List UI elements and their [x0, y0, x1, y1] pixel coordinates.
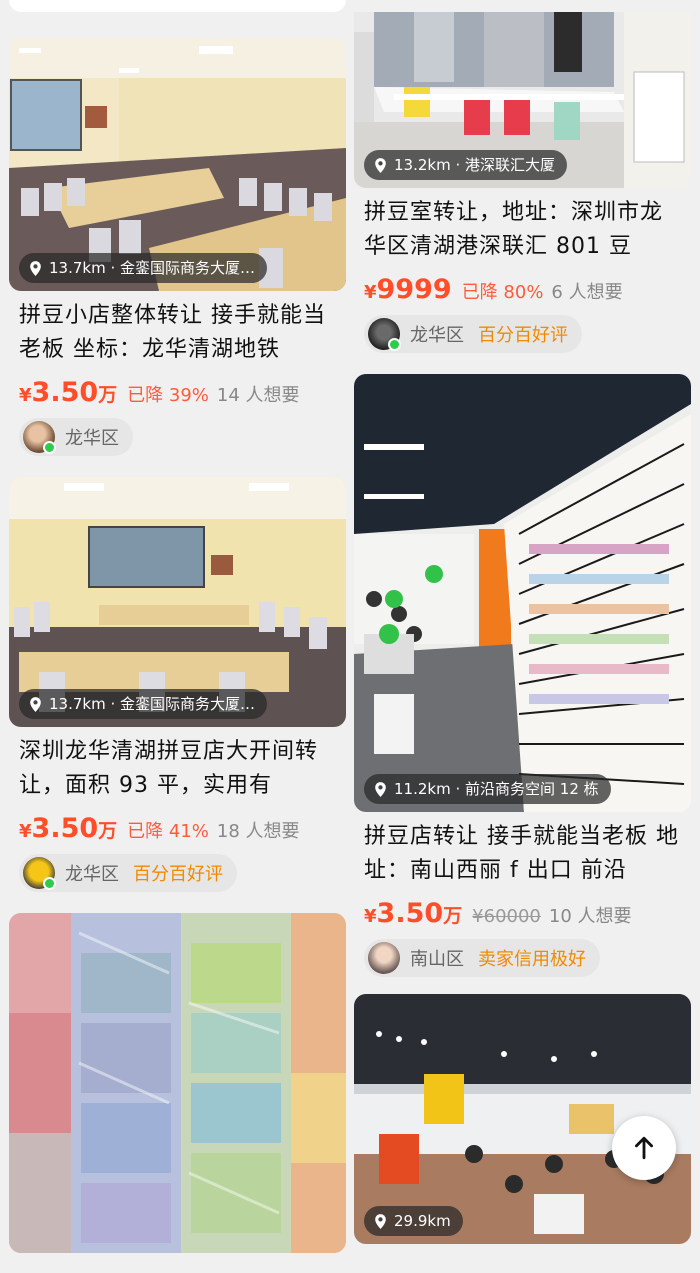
want-count: 6 人想要: [551, 282, 623, 303]
listing-card[interactable]: 13.7km · 金銮国际商务大厦… 深圳龙华清湖拼豆店大开间转让，面积 93 …: [9, 477, 346, 893]
price-unit: 万: [98, 820, 118, 842]
location-tag: 13.2km · 港深联汇大厦: [364, 150, 568, 180]
location-pin-icon: [375, 781, 386, 797]
listing-title[interactable]: 拼豆小店整体转让 接手就能当老板 坐标：龙华清湖地铁: [19, 299, 340, 367]
seller-region: 龙华区: [65, 864, 119, 885]
avatar: [23, 857, 56, 890]
seller-region: 龙华区: [410, 325, 464, 346]
listing-image[interactable]: 13.2km · 港深联汇大厦: [354, 12, 691, 188]
seller-reputation: 百分百好评: [133, 864, 223, 885]
seller-reputation: 百分百好评: [478, 325, 568, 346]
listing-image[interactable]: 11.2km · 前沿商务空间 12 栋: [354, 374, 691, 812]
location-tag: 13.7km · 金銮国际商务大厦…: [19, 689, 268, 719]
seller-info[interactable]: 龙华区 百分百好评: [364, 315, 582, 353]
seller-region: 龙华区: [65, 428, 119, 449]
want-count: 10 人想要: [548, 906, 632, 927]
price-row: ¥ 9999 已降 80% 6 人想要: [364, 274, 691, 305]
currency-symbol: ¥: [19, 821, 32, 842]
location-pin-icon: [375, 157, 386, 173]
listing-image[interactable]: 13.7km · 金銮国际商务大厦…: [9, 38, 346, 291]
want-count: 14 人想要: [216, 385, 300, 406]
price: 3.50: [31, 377, 99, 408]
currency-symbol: ¥: [364, 906, 377, 927]
currency-symbol: ¥: [364, 282, 377, 303]
listing-card[interactable]: [9, 913, 346, 1253]
seller-info[interactable]: 龙华区 百分百好评: [19, 854, 237, 892]
currency-symbol: ¥: [19, 385, 32, 406]
want-count: 18 人想要: [216, 821, 300, 842]
price: 3.50: [31, 813, 99, 844]
left-column: 13.7km · 金銮国际商务大厦… 拼豆小店整体转让 接手就能当老板 坐标：龙…: [9, 0, 346, 1253]
price-unit: 万: [98, 384, 118, 406]
listing-image[interactable]: [9, 913, 346, 1253]
avatar: [368, 318, 401, 351]
online-dot: [43, 441, 56, 454]
back-to-top-button[interactable]: [612, 1116, 676, 1180]
listing-title[interactable]: 深圳龙华清湖拼豆店大开间转让，面积 93 平，实用有: [19, 735, 340, 803]
avatar: [368, 942, 400, 974]
price-unit: 万: [443, 905, 463, 927]
price: 9999: [376, 274, 452, 305]
price-row: ¥ 3.50 万 已降 41% 18 人想要: [19, 813, 346, 844]
seller-info[interactable]: 龙华区: [19, 418, 133, 456]
online-dot: [43, 877, 56, 890]
price-drop: 已降 41%: [127, 821, 209, 842]
price-row: ¥ 3.50 万 已降 39% 14 人想要: [19, 377, 346, 408]
location-text: 11.2km · 前沿商务空间 12 栋: [394, 780, 599, 798]
price-drop: 已降 39%: [127, 385, 209, 406]
original-price: ¥60000: [472, 906, 541, 927]
location-text: 29.9km: [394, 1212, 451, 1230]
location-tag: 11.2km · 前沿商务空间 12 栋: [364, 774, 611, 804]
seller-region: 南山区: [410, 949, 464, 970]
location-pin-icon: [30, 260, 41, 276]
listing-card[interactable]: 13.2km · 港深联汇大厦 拼豆室转让，地址：深圳市龙华区清湖港深联汇 80…: [354, 12, 691, 354]
price-row: ¥ 3.50 万 ¥60000 10 人想要: [364, 898, 691, 929]
right-column: 13.2km · 港深联汇大厦 拼豆室转让，地址：深圳市龙华区清湖港深联汇 80…: [354, 0, 691, 1244]
listing-title[interactable]: 拼豆店转让 接手就能当老板 地址：南山西丽 f 出口 前沿: [364, 820, 685, 888]
avatar: [23, 421, 56, 454]
listing-card[interactable]: 11.2km · 前沿商务空间 12 栋 拼豆店转让 接手就能当老板 地址：南山…: [354, 374, 691, 978]
seller-info[interactable]: 南山区 卖家信用极好: [364, 939, 600, 977]
listing-image[interactable]: 13.7km · 金銮国际商务大厦…: [9, 477, 346, 727]
price: 3.50: [376, 898, 444, 929]
bead-shop-photo: [354, 374, 691, 812]
location-tag: 29.9km: [364, 1206, 463, 1236]
location-text: 13.2km · 港深联汇大厦: [394, 156, 556, 174]
arrow-up-icon: [635, 1136, 653, 1160]
online-dot: [388, 338, 401, 351]
price-drop: 已降 80%: [461, 282, 544, 303]
listing-card[interactable]: 13.7km · 金銮国际商务大厦… 拼豆小店整体转让 接手就能当老板 坐标：龙…: [9, 38, 346, 457]
listing-title[interactable]: 拼豆室转让，地址：深圳市龙华区清湖港深联汇 801 豆: [364, 196, 685, 264]
bead-bags-photo: [9, 913, 346, 1253]
location-text: 13.7km · 金銮国际商务大厦…: [49, 695, 256, 713]
location-tag: 13.7km · 金銮国际商务大厦…: [19, 253, 268, 283]
location-pin-icon: [30, 696, 41, 712]
seller-reputation: 卖家信用极好: [478, 949, 586, 970]
location-pin-icon: [375, 1213, 386, 1229]
location-text: 13.7km · 金銮国际商务大厦…: [49, 259, 256, 277]
previous-card-bottom: [9, 0, 346, 12]
